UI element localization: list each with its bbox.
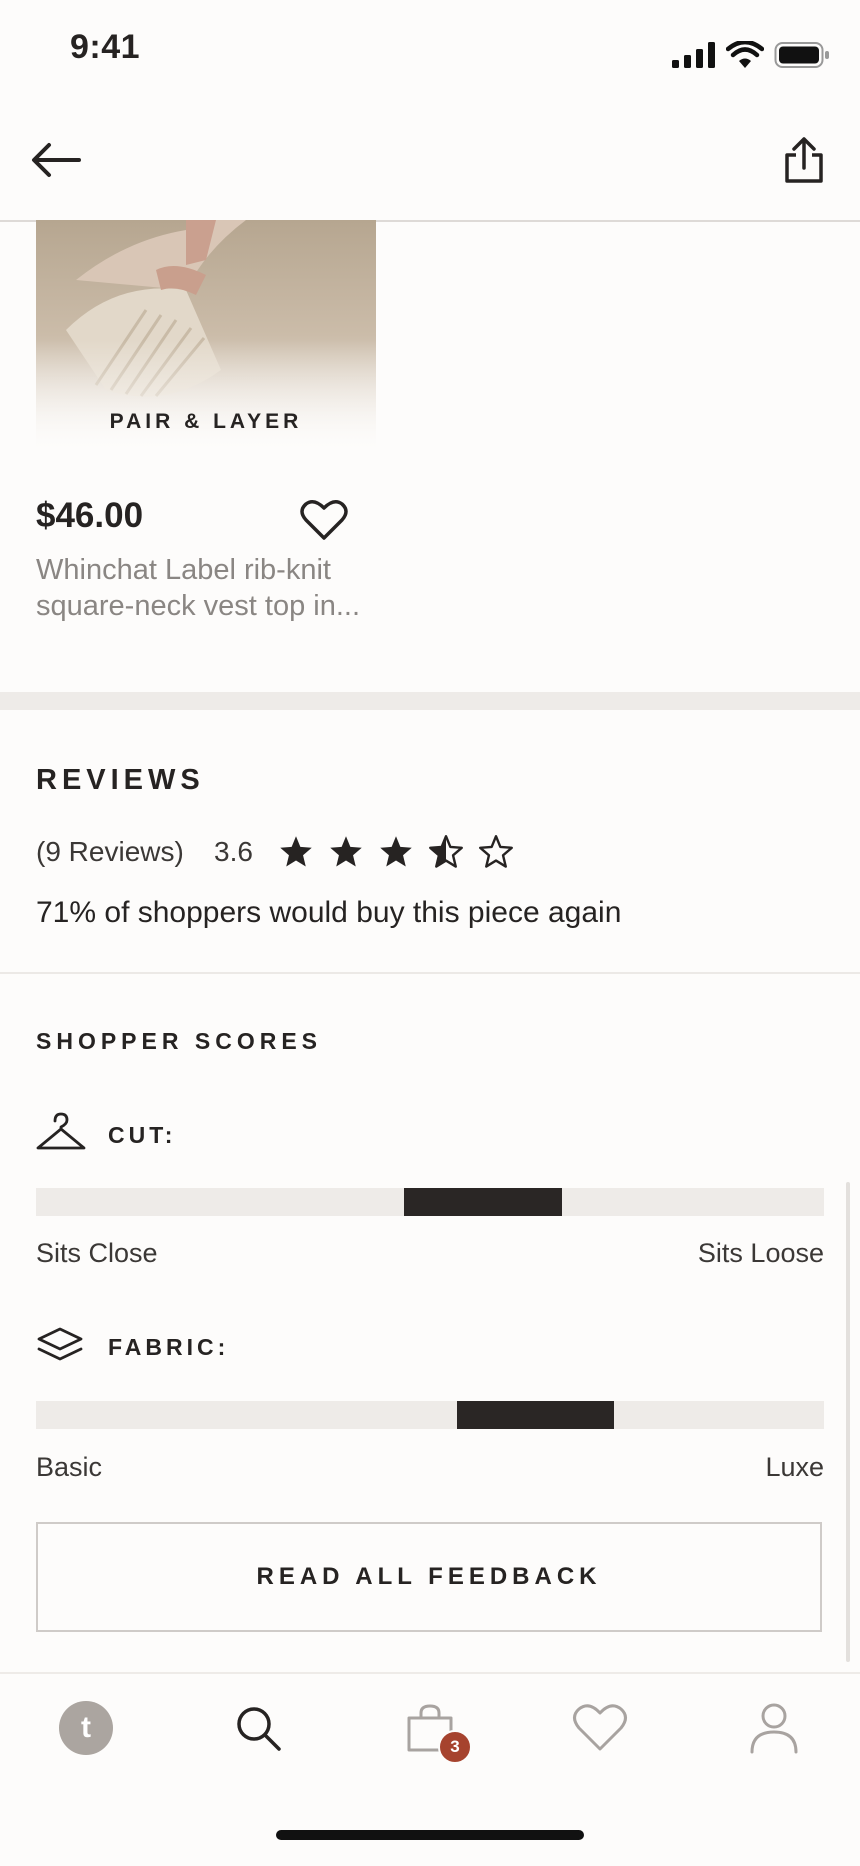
fabric-label: FABRIC: <box>108 1334 230 1360</box>
buy-again-text: 71% of shoppers would buy this piece aga… <box>36 896 622 929</box>
wishlist-button[interactable] <box>296 494 352 546</box>
signal-icon <box>672 42 715 68</box>
heart-icon <box>573 1704 627 1751</box>
star-full-icon <box>380 836 412 867</box>
heart-icon <box>300 500 348 540</box>
account-icon <box>750 1703 798 1754</box>
star-full-icon <box>330 836 362 867</box>
search-icon <box>237 1707 281 1751</box>
share-icon <box>785 137 823 183</box>
nav-bar <box>0 108 860 222</box>
image-caption: PAIR & LAYER <box>109 410 303 433</box>
reviews-heading: REVIEWS <box>36 764 205 796</box>
review-count[interactable]: (9 Reviews) <box>36 836 184 868</box>
home-icon: t <box>59 1701 113 1755</box>
back-button[interactable] <box>26 130 86 190</box>
cut-score-fill <box>403 1188 563 1216</box>
wifi-icon <box>726 41 764 68</box>
tab-account[interactable] <box>734 1696 814 1760</box>
tab-home[interactable]: t <box>46 1696 126 1760</box>
product-price: $46.00 <box>36 496 144 535</box>
star-full-icon <box>280 836 312 867</box>
star-empty-icon <box>479 835 513 868</box>
status-icons <box>672 38 830 72</box>
product-title[interactable]: Whinchat Label rib-knit square-neck vest… <box>36 552 396 624</box>
fabric-right-label: Luxe <box>765 1452 824 1482</box>
fabric-score-fill <box>456 1401 615 1429</box>
cut-label: CUT: <box>108 1122 177 1148</box>
cut-left-label: Sits Close <box>36 1238 158 1268</box>
fabric-score-bar <box>36 1401 824 1429</box>
tab-search[interactable] <box>218 1696 298 1760</box>
back-arrow-icon <box>32 143 81 177</box>
battery-icon <box>774 42 829 68</box>
tab-wishlist[interactable] <box>560 1696 640 1760</box>
scrollbar[interactable] <box>846 1182 850 1662</box>
review-rating: 3.6 <box>214 836 253 867</box>
star-half-icon <box>429 835 463 868</box>
cut-score-bar <box>36 1188 824 1216</box>
section-divider <box>0 692 860 710</box>
bag-count-badge: 3 <box>438 1730 472 1764</box>
read-all-feedback-button[interactable]: READ ALL FEEDBACK <box>36 1522 822 1632</box>
share-button[interactable] <box>774 130 834 190</box>
star-rating <box>278 834 514 870</box>
hanger-icon <box>36 1112 86 1150</box>
shopper-scores-heading: SHOPPER SCORES <box>36 1028 322 1054</box>
divider <box>0 972 860 974</box>
fabric-left-label: Basic <box>36 1452 103 1482</box>
cut-right-label: Sits Loose <box>697 1238 824 1268</box>
home-indicator <box>276 1830 584 1840</box>
status-time: 9:41 <box>70 28 141 66</box>
layers-icon <box>37 1327 83 1361</box>
